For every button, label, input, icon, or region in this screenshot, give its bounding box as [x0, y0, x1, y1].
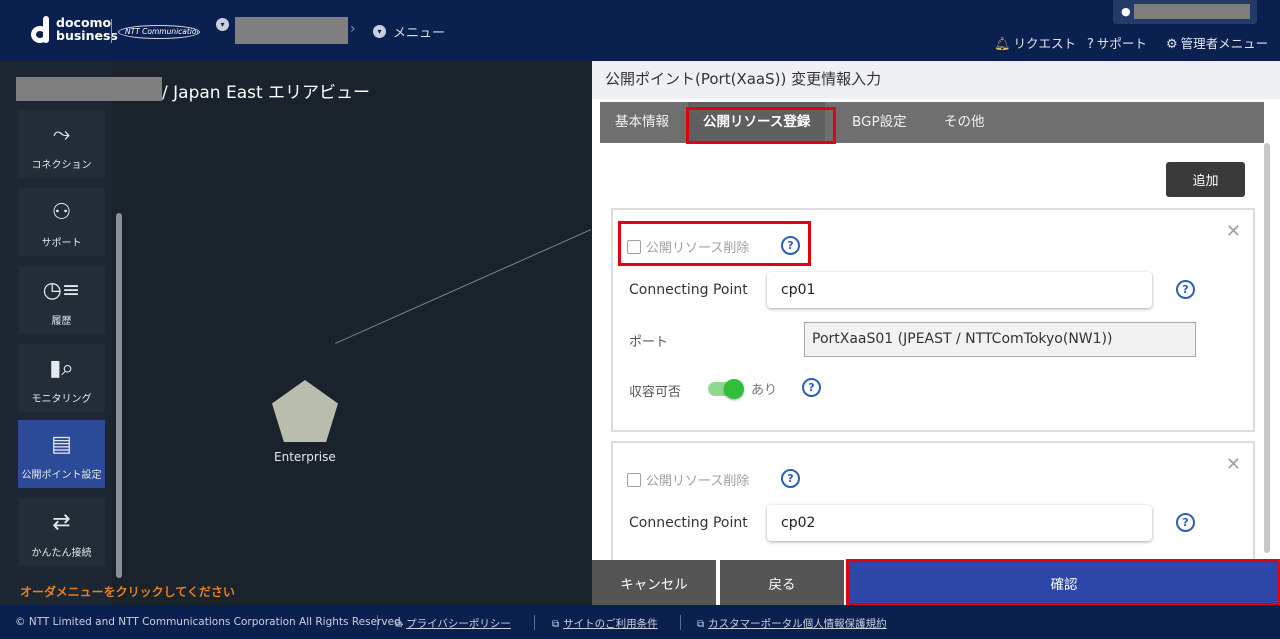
- personal-info-policy-label: カスタマーポータル個人情報保護規約: [708, 618, 887, 630]
- tab-other[interactable]: その他: [944, 102, 985, 143]
- sidebar-item-public-point[interactable]: ▤ 公開ポイント設定: [18, 420, 105, 488]
- public-point-change-dialog: 公開ポイント(Port(XaaS)) 変更情報入力 基本情報 公開リソース登録 …: [592, 61, 1280, 606]
- delete-resource-checkbox[interactable]: 公開リソース削除: [627, 470, 749, 489]
- breadcrumb-separator-icon: ›: [350, 21, 356, 37]
- back-button[interactable]: 戻る: [720, 560, 844, 605]
- connecting-point-label: Connecting Point: [629, 282, 748, 298]
- terms-link[interactable]: ⧉ サイトのご利用条件: [552, 616, 658, 631]
- top-header: docomo business NTT Communications ▾ › ▾…: [0, 0, 1280, 61]
- page-footer: © NTT Limited and NTT Communications Cor…: [0, 605, 1280, 639]
- logo-line2: business: [56, 28, 118, 43]
- ntt-communications-logo: NTT Communications: [118, 25, 200, 39]
- tab-highlight: [686, 107, 836, 144]
- map-title-redacted: [16, 77, 162, 101]
- history-icon: ◷≡: [42, 278, 81, 303]
- sidebar-item-easy-connect[interactable]: ⇄ かんたん接続: [18, 498, 105, 566]
- sidebar-item-label: サポート: [41, 238, 82, 249]
- copyright: © NTT Limited and NTT Communications Cor…: [15, 616, 405, 628]
- delete-checkbox-highlight: [618, 221, 811, 266]
- privacy-policy-link[interactable]: ⧉ プライバシーポリシー: [395, 616, 511, 631]
- map-canvas[interactable]: [112, 61, 592, 605]
- help-icon[interactable]: ?: [1176, 513, 1195, 532]
- sidebar-item-label: コネクション: [31, 160, 92, 171]
- request-label: リクエスト: [1013, 36, 1077, 51]
- cancel-button[interactable]: キャンセル: [592, 560, 716, 605]
- dialog-scrollbar[interactable]: [1264, 143, 1270, 553]
- help-icon[interactable]: ?: [781, 469, 800, 488]
- terms-label: サイトのご利用条件: [563, 618, 658, 630]
- chevron-down-icon[interactable]: ▾: [216, 18, 229, 31]
- capacity-toggle-label: あり: [751, 383, 778, 398]
- monitoring-icon: ▮⌕: [49, 356, 74, 381]
- request-link[interactable]: 🔔︎ リクエスト: [994, 33, 1076, 52]
- admin-menu-label: 管理者メニュー: [1180, 36, 1269, 51]
- close-icon[interactable]: ✕: [1226, 456, 1241, 474]
- delete-resource-label: 公開リソース削除: [646, 474, 750, 489]
- tab-basic-info[interactable]: 基本情報: [615, 102, 669, 143]
- support-label: サポート: [1096, 36, 1147, 51]
- docomo-business-logo[interactable]: docomo business: [56, 16, 118, 42]
- help-icon[interactable]: ?: [802, 378, 821, 397]
- enterprise-node-label: Enterprise: [274, 450, 336, 464]
- map-title: / Japan East エリアビュー: [162, 83, 371, 103]
- personal-info-policy-link[interactable]: ⧉ カスタマーポータル個人情報保護規約: [697, 616, 887, 631]
- connecting-point-input[interactable]: [767, 272, 1152, 308]
- external-link-icon: ⧉: [697, 619, 705, 630]
- close-icon[interactable]: ✕: [1226, 223, 1241, 241]
- help-circle-icon: ?: [1087, 37, 1094, 52]
- support-user-icon: ⚇: [51, 200, 72, 225]
- capacity-label: 収容可否: [629, 385, 682, 400]
- footer-divider: [534, 615, 535, 630]
- sidebar-item-connection[interactable]: ⤳ コネクション: [18, 110, 105, 178]
- port-label: ポート: [629, 335, 669, 350]
- bell-icon: 🔔︎: [994, 37, 1011, 52]
- user-account-button[interactable]: ●: [1113, 0, 1257, 24]
- breadcrumb-redacted[interactable]: [235, 17, 348, 44]
- help-icon[interactable]: ?: [1176, 280, 1195, 299]
- privacy-policy-label: プライバシーポリシー: [406, 618, 511, 630]
- sidebar-scrollbar[interactable]: [116, 213, 122, 578]
- docomo-business-logo-mark: [31, 16, 53, 44]
- support-link[interactable]: ? サポート: [1087, 33, 1147, 52]
- port-readonly-field: PortXaaS01 (JPEAST / NTTComTokyo(NW1)): [804, 322, 1196, 357]
- connecting-point-input[interactable]: [767, 505, 1152, 541]
- username-redacted: [1134, 4, 1250, 19]
- connection-icon: ⤳: [52, 122, 71, 147]
- connecting-point-label: Connecting Point: [629, 515, 748, 531]
- logo-divider: [111, 19, 112, 43]
- confirm-button-highlight: [846, 559, 1280, 606]
- tab-bgp-settings[interactable]: BGP設定: [852, 102, 907, 143]
- external-link-icon: ⧉: [552, 619, 560, 630]
- user-icon: ●: [1121, 5, 1131, 18]
- dialog-title: 公開ポイント(Port(XaaS)) 変更情報入力: [592, 61, 1280, 99]
- sidebar-item-support[interactable]: ⚇ サポート: [18, 188, 105, 256]
- sidebar-item-monitoring[interactable]: ▮⌕ モニタリング: [18, 344, 105, 412]
- gear-icon: ⚙: [1166, 37, 1178, 52]
- breadcrumb-menu[interactable]: メニュー: [393, 22, 445, 41]
- area-map-view: / Japan East エリアビュー ⤳ コネクション ⚇ サポート ◷≡ 履…: [0, 61, 592, 605]
- easy-connect-icon: ⇄: [52, 510, 71, 535]
- sidebar-item-label: 履歴: [51, 316, 72, 327]
- checkbox-icon[interactable]: [627, 473, 641, 487]
- external-link-icon: ⧉: [395, 619, 403, 630]
- add-button[interactable]: 追加: [1166, 162, 1245, 197]
- public-point-icon: ▤: [51, 432, 72, 457]
- sidebar-item-label: かんたん接続: [31, 548, 92, 559]
- sidebar-item-label: 公開ポイント設定: [21, 470, 102, 481]
- footer-divider: [377, 615, 378, 630]
- order-menu-hint: オーダメニューをクリックしてください: [20, 585, 235, 599]
- admin-menu-link[interactable]: ⚙ 管理者メニュー: [1166, 33, 1268, 52]
- footer-divider: [680, 615, 681, 630]
- chevron-down-icon[interactable]: ▾: [373, 25, 386, 38]
- sidebar-item-history[interactable]: ◷≡ 履歴: [18, 266, 105, 334]
- capacity-toggle[interactable]: [708, 379, 744, 399]
- sidebar-item-label: モニタリング: [31, 394, 92, 405]
